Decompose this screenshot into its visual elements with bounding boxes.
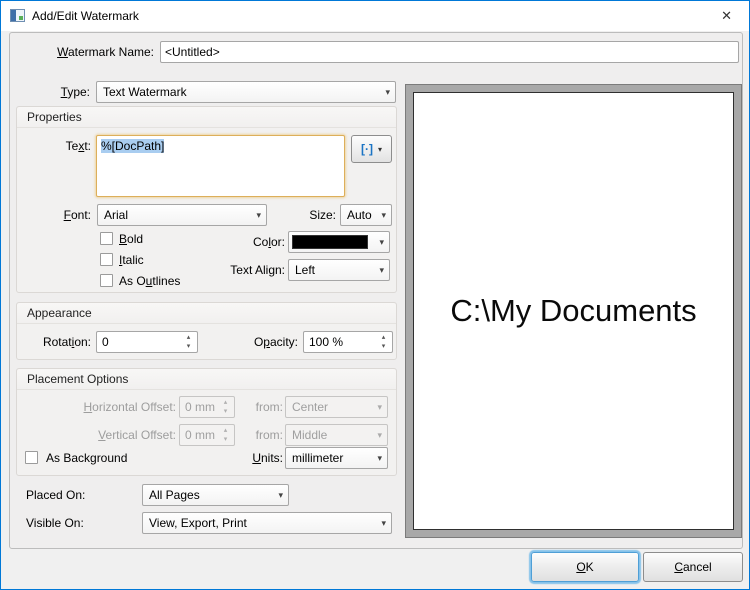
spin-up-icon[interactable]: ▴ xyxy=(378,333,389,342)
placed-on-label: Placed On: xyxy=(26,484,85,506)
preview-page: C:\My Documents xyxy=(413,92,734,530)
h-from-dropdown: Center ▾ xyxy=(285,396,388,418)
chevron-down-icon: ▾ xyxy=(379,232,384,252)
bold-label: Bold xyxy=(119,230,143,248)
units-dropdown[interactable]: millimeter ▾ xyxy=(285,447,388,469)
chevron-down-icon: ▾ xyxy=(378,145,382,154)
appearance-header: Appearance xyxy=(17,303,396,324)
h-from-label: from: xyxy=(233,396,283,418)
visible-on-label: Visible On: xyxy=(26,512,84,534)
italic-label: Italic xyxy=(119,251,144,269)
as-outlines-checkbox[interactable] xyxy=(100,274,113,287)
color-swatch xyxy=(292,235,368,249)
v-from-dropdown: Middle ▾ xyxy=(285,424,388,446)
units-value: millimeter xyxy=(292,451,343,465)
text-align-dropdown[interactable]: Left ▾ xyxy=(288,259,390,281)
spin-up-icon: ▴ xyxy=(220,398,231,407)
chevron-down-icon: ▾ xyxy=(256,205,261,225)
opacity-label: Opacity: xyxy=(218,331,298,353)
macro-icon: [·] xyxy=(361,143,373,155)
rotation-label: Rotation: xyxy=(17,331,91,353)
font-label: Font: xyxy=(17,204,91,226)
size-dropdown[interactable]: Auto ▾ xyxy=(340,204,392,226)
size-label: Size: xyxy=(277,204,336,226)
chevron-down-icon: ▾ xyxy=(377,425,382,445)
add-edit-watermark-dialog: Add/Edit Watermark ✕ Watermark Name: Typ… xyxy=(0,0,750,590)
chevron-down-icon: ▾ xyxy=(381,513,386,533)
font-dropdown[interactable]: Arial ▾ xyxy=(97,204,267,226)
close-icon[interactable]: ✕ xyxy=(717,1,736,31)
vertical-offset-value: 0 mm xyxy=(185,428,215,442)
chevron-down-icon: ▾ xyxy=(377,448,382,468)
text-align-value: Left xyxy=(295,263,315,277)
spin-down-icon[interactable]: ▾ xyxy=(183,342,194,351)
spin-up-icon: ▴ xyxy=(220,426,231,435)
chevron-down-icon: ▾ xyxy=(381,205,386,225)
watermark-name-input[interactable] xyxy=(160,41,739,63)
cancel-button[interactable]: Cancel xyxy=(643,552,743,582)
bold-checkbox[interactable] xyxy=(100,232,113,245)
watermark-text-input[interactable]: %[DocPath] xyxy=(96,135,345,197)
chevron-down-icon: ▾ xyxy=(379,260,384,280)
placement-options-header: Placement Options xyxy=(17,369,396,390)
window-title: Add/Edit Watermark xyxy=(32,1,139,31)
type-label: Type: xyxy=(10,81,90,103)
horizontal-offset-spinner: 0 mm ▴ ▾ xyxy=(179,396,235,418)
color-label: Color: xyxy=(205,231,285,253)
type-dropdown[interactable]: Text Watermark ▾ xyxy=(96,81,396,103)
units-label: Units: xyxy=(233,447,283,469)
rotation-value: 0 xyxy=(102,335,109,349)
selected-text: %[DocPath] xyxy=(101,139,164,153)
title-bar: Add/Edit Watermark ✕ xyxy=(1,1,749,31)
placement-options-group: Placement Options Horizontal Offset: 0 m… xyxy=(16,368,397,476)
dialog-body: Watermark Name: Type: Text Watermark ▾ P… xyxy=(9,32,743,549)
appearance-group: Appearance Rotation: 0 ▴ ▾ Opacity: 100 … xyxy=(16,302,397,360)
spin-down-icon: ▾ xyxy=(220,407,231,416)
ok-button[interactable]: OK xyxy=(531,552,639,582)
spin-down-icon[interactable]: ▾ xyxy=(378,342,389,351)
preview-panel: C:\My Documents xyxy=(405,84,742,538)
italic-checkbox[interactable] xyxy=(100,253,113,266)
h-from-value: Center xyxy=(292,400,328,414)
placed-on-dropdown[interactable]: All Pages ▾ xyxy=(142,484,289,506)
watermark-name-label: Watermark Name: xyxy=(10,41,154,63)
size-value: Auto xyxy=(347,208,372,222)
as-background-label: As Background xyxy=(46,449,127,467)
text-align-label: Text Align: xyxy=(195,259,285,281)
horizontal-offset-value: 0 mm xyxy=(185,400,215,414)
as-background-checkbox[interactable] xyxy=(25,451,38,464)
vertical-offset-spinner: 0 mm ▴ ▾ xyxy=(179,424,235,446)
chevron-down-icon: ▾ xyxy=(377,397,382,417)
text-label: Text: xyxy=(17,135,91,157)
chevron-down-icon: ▾ xyxy=(385,82,390,102)
rotation-spinner[interactable]: 0 ▴ ▾ xyxy=(96,331,198,353)
font-value: Arial xyxy=(104,208,128,222)
v-from-label: from: xyxy=(233,424,283,446)
macro-button[interactable]: [·] ▾ xyxy=(351,135,392,163)
app-icon xyxy=(10,9,25,22)
color-dropdown[interactable]: ▾ xyxy=(288,231,390,253)
spin-down-icon: ▾ xyxy=(220,435,231,444)
properties-group: Properties Text: %[DocPath] [·] ▾ Font: … xyxy=(16,106,397,293)
spin-up-icon[interactable]: ▴ xyxy=(183,333,194,342)
vertical-offset-label: Vertical Offset: xyxy=(17,424,176,446)
opacity-value: 100 % xyxy=(309,335,343,349)
type-value: Text Watermark xyxy=(103,85,187,99)
as-outlines-label: As Outlines xyxy=(119,272,180,290)
opacity-spinner[interactable]: 100 % ▴ ▾ xyxy=(303,331,393,353)
chevron-down-icon: ▾ xyxy=(278,485,283,505)
placed-on-value: All Pages xyxy=(149,488,200,502)
horizontal-offset-label: Horizontal Offset: xyxy=(17,396,176,418)
properties-header: Properties xyxy=(17,107,396,128)
watermark-preview-text: C:\My Documents xyxy=(450,293,696,329)
visible-on-value: View, Export, Print xyxy=(149,516,247,530)
v-from-value: Middle xyxy=(292,428,327,442)
visible-on-dropdown[interactable]: View, Export, Print ▾ xyxy=(142,512,392,534)
